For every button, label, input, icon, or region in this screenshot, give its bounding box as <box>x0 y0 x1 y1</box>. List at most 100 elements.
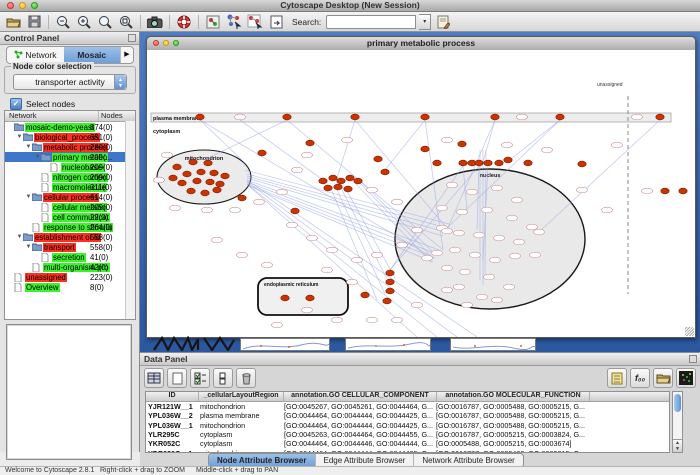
network-label-node[interactable] <box>170 205 181 211</box>
network-node[interactable] <box>386 270 394 276</box>
tree-row[interactable]: ▼biological_process651(0) <box>5 132 135 142</box>
network-label-node[interactable] <box>412 302 423 308</box>
tree-row[interactable]: ▼establishment of lo558(0) <box>5 232 135 242</box>
network-label-node[interactable] <box>154 177 165 183</box>
tab-mosaic[interactable]: Mosaic <box>64 47 121 63</box>
column-go-molecular-function[interactable]: annotation.GO MOLECULAR_FUNCTION <box>437 392 590 401</box>
function-builder-icon[interactable]: f₀₀ <box>630 368 650 388</box>
network-label-node[interactable] <box>514 239 525 245</box>
background-window-edge[interactable] <box>240 338 330 351</box>
network-label-node[interactable] <box>237 252 248 258</box>
network-label-node[interactable] <box>474 232 485 238</box>
tree-row[interactable]: ▼transport558(0) <box>5 242 135 252</box>
network-label-node[interactable] <box>432 250 443 256</box>
network-label-node[interactable] <box>442 228 453 234</box>
tree-row[interactable]: mosaic-demo-yeast874(0) <box>5 122 135 132</box>
zoom-window-icon[interactable] <box>31 2 38 9</box>
tab-overflow-arrow-icon[interactable]: ▶ <box>120 47 133 63</box>
zoom-selected-icon[interactable] <box>96 14 114 30</box>
network-node[interactable] <box>324 185 332 191</box>
network-label-node[interactable] <box>484 274 495 280</box>
snapshot-camera-icon[interactable] <box>146 14 164 30</box>
network-label-node[interactable] <box>212 237 223 243</box>
network-label-node[interactable] <box>397 242 408 248</box>
expand-arrow-icon[interactable]: ▼ <box>16 234 23 240</box>
network-node[interactable] <box>306 140 314 146</box>
network-label-node[interactable] <box>352 257 363 263</box>
network-label-node[interactable] <box>454 284 465 290</box>
new-attribute-icon[interactable] <box>167 368 187 388</box>
network-label-node[interactable] <box>235 114 246 120</box>
network-label-node[interactable] <box>490 257 501 263</box>
network-label-node[interactable] <box>392 199 403 205</box>
float-panel-icon[interactable] <box>689 355 697 363</box>
network-label-node[interactable] <box>470 252 481 258</box>
network-label-node[interactable] <box>477 294 488 300</box>
network-node[interactable] <box>213 187 221 193</box>
save-icon[interactable] <box>25 14 43 30</box>
network-node[interactable] <box>524 160 532 166</box>
network-node[interactable] <box>334 184 342 190</box>
network-node[interactable] <box>679 188 687 194</box>
network-label-node[interactable] <box>492 297 503 303</box>
network-window-titlebar[interactable]: primary metabolic process <box>147 37 695 51</box>
table-row[interactable]: YPL036W__1mitochondrion[GO:0044464, GO:0… <box>146 421 669 430</box>
network-label-node[interactable] <box>367 317 378 323</box>
tab-network[interactable]: Network <box>7 47 64 63</box>
network-node[interactable] <box>187 188 195 194</box>
table-row[interactable]: YLR295Ccytoplasm[GO:0045263, GO:0044464,… <box>146 430 669 439</box>
network-canvas[interactable]: plasma membrane cytoplasm mitochondrion … <box>147 50 695 337</box>
select-nodes-checkbox[interactable]: ✓ <box>10 98 22 110</box>
network-node[interactable] <box>495 160 503 166</box>
network-node[interactable] <box>458 141 466 147</box>
network-node[interactable] <box>197 169 205 175</box>
network-label-node[interactable] <box>534 229 545 235</box>
layout-icon[interactable] <box>204 14 222 30</box>
unselect-rows-icon[interactable] <box>213 368 233 388</box>
network-label-node[interactable] <box>327 247 338 253</box>
network-node[interactable] <box>344 186 352 192</box>
network-label-node[interactable] <box>342 137 353 143</box>
network-node[interactable] <box>354 178 362 184</box>
network-node[interactable] <box>386 288 394 294</box>
search-input[interactable] <box>326 15 416 29</box>
column-id[interactable]: ID <box>146 392 199 401</box>
network-node[interactable] <box>504 157 512 163</box>
network-label-node[interactable] <box>512 197 523 203</box>
network-label-node[interactable] <box>482 207 493 213</box>
network-label-node[interactable] <box>272 322 283 328</box>
table-row[interactable]: YJR121W__1mitochondrion[GO:0045267, GO:0… <box>146 402 669 411</box>
tree-row[interactable]: response to stimulu264(0) <box>5 222 135 232</box>
network-label-node[interactable] <box>530 252 541 258</box>
delete-attribute-icon[interactable] <box>236 368 256 388</box>
network-label-node[interactable] <box>367 187 378 193</box>
tree-row[interactable]: multi-organism pro42(0) <box>5 262 135 272</box>
network-node[interactable] <box>386 279 394 285</box>
network-node[interactable] <box>374 156 382 162</box>
network-label-node[interactable] <box>450 247 461 253</box>
tree-row[interactable]: ▼metabolic process280(0) <box>5 142 135 152</box>
network-node[interactable] <box>346 175 354 181</box>
network-label-node[interactable] <box>437 205 448 211</box>
network-label-node[interactable] <box>577 187 588 193</box>
network-node[interactable] <box>178 180 186 186</box>
tree-row[interactable]: nitrogen compo209(0) <box>5 172 135 182</box>
network-node[interactable] <box>556 114 564 120</box>
column-go-cellular-component[interactable]: annotation.GO CELLULAR_COMPONENT <box>284 392 437 401</box>
tree-row[interactable]: ▼cellular process614(0) <box>5 192 135 202</box>
network-label-node[interactable] <box>302 307 313 313</box>
zoom-window-icon[interactable] <box>173 40 179 46</box>
network-label-node[interactable] <box>230 207 241 213</box>
network-label-node[interactable] <box>460 269 471 275</box>
help-lifering-icon[interactable] <box>175 14 193 30</box>
select-attributes-icon[interactable] <box>144 368 164 388</box>
network-label-node[interactable] <box>442 287 453 293</box>
network-node[interactable] <box>306 295 314 301</box>
tree-row[interactable]: secretion41(0) <box>5 252 135 262</box>
network-label-node[interactable] <box>202 207 213 213</box>
scrollbar-arrows-icon[interactable]: ▲▼ <box>673 439 682 452</box>
network-label-node[interactable] <box>254 199 265 205</box>
network-label-node[interactable] <box>494 235 505 241</box>
column-cellular-layout-region[interactable]: _cellularLayoutRegion <box>199 392 284 401</box>
network-node[interactable] <box>173 164 181 170</box>
